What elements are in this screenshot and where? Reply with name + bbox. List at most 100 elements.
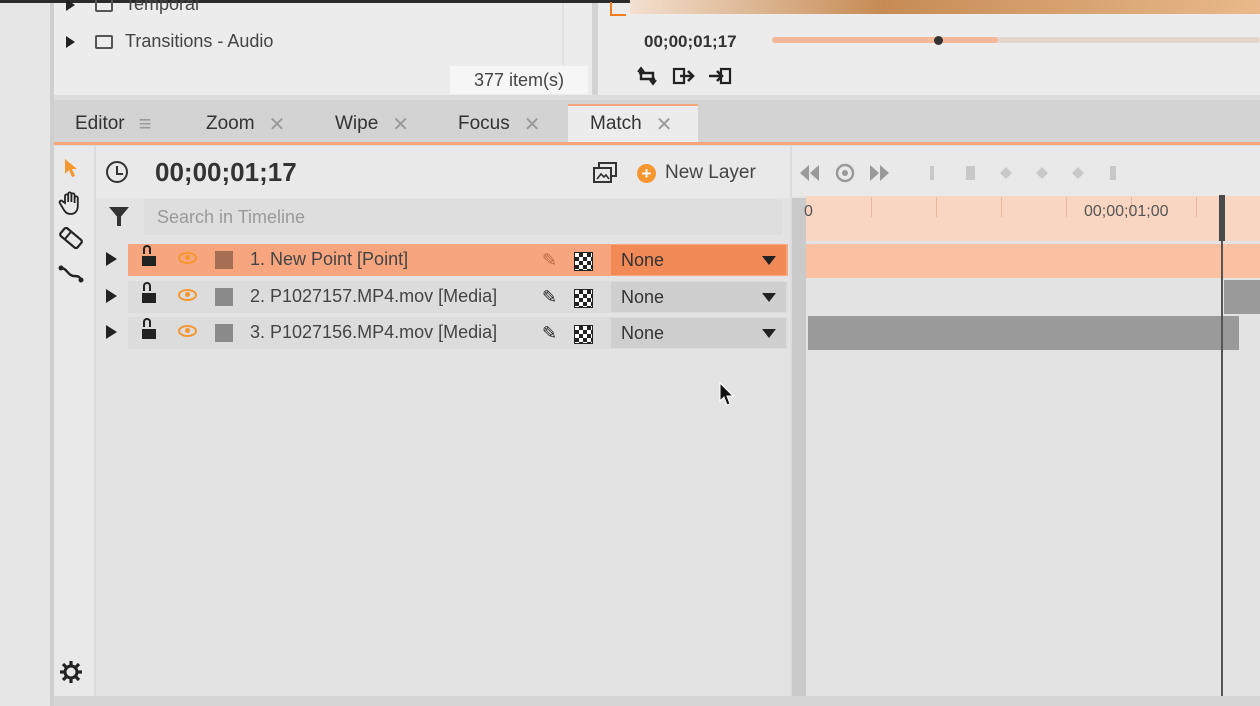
tab-match[interactable]: Match ✕ — [590, 106, 673, 142]
layer-row-1[interactable]: 1. New Point [Point] ✎ None — [128, 244, 788, 276]
unlock-icon[interactable] — [142, 245, 156, 266]
tab-label: Focus — [458, 113, 510, 134]
diamond-icon[interactable] — [1000, 167, 1012, 179]
layer-name[interactable]: 2. P1027157.MP4.mov [Media] — [250, 286, 497, 307]
pointer-icon[interactable] — [62, 157, 80, 179]
checker-icon[interactable] — [574, 289, 593, 308]
eye-icon[interactable] — [178, 252, 197, 264]
checker-icon[interactable] — [574, 252, 593, 271]
export-icon[interactable] — [672, 66, 696, 86]
plus-icon: + — [637, 163, 656, 183]
filter-icon-stem — [117, 217, 121, 226]
media-item-label: Transitions - Audio — [125, 31, 274, 51]
checker-icon[interactable] — [574, 325, 593, 344]
tab-editor[interactable]: Editor ≡ — [75, 106, 151, 142]
close-icon[interactable]: ✕ — [392, 112, 409, 137]
unlock-icon[interactable] — [142, 282, 156, 303]
playhead-handle[interactable] — [1219, 195, 1225, 241]
left-rail — [0, 3, 50, 706]
layer-name[interactable]: 3. P1027156.MP4.mov [Media] — [250, 322, 497, 343]
ruler-tick — [1196, 197, 1197, 217]
playhead-line[interactable] — [1221, 241, 1223, 696]
add-keyframe-icon[interactable] — [835, 163, 855, 183]
layer-color-swatch[interactable] — [215, 288, 233, 306]
chevron-down-icon — [762, 255, 776, 265]
next-keyframe-icon[interactable] — [870, 165, 889, 181]
layer-color-swatch[interactable] — [215, 251, 233, 269]
pen-icon[interactable]: ✎ — [542, 250, 557, 271]
tab-zoom[interactable]: Zoom ✕ — [206, 106, 285, 142]
tab-focus[interactable]: Focus ✕ — [458, 106, 541, 142]
track-bar-1[interactable] — [806, 244, 1260, 278]
scrubber-fill — [772, 37, 998, 43]
expand-arrow-icon[interactable] — [66, 35, 75, 48]
tab-label: Zoom — [206, 113, 255, 134]
hand-icon[interactable] — [58, 190, 84, 216]
tab-label: Wipe — [335, 113, 379, 134]
loop-icon[interactable] — [635, 66, 659, 86]
new-layer-button[interactable]: + New Layer — [637, 162, 756, 184]
track-scrollbar[interactable] — [792, 198, 806, 696]
diamond-icon[interactable] — [1036, 167, 1048, 179]
media-item-transitions-audio[interactable]: Transitions - Audio — [66, 31, 273, 52]
close-icon[interactable]: ✕ — [524, 112, 541, 137]
time-ruler[interactable] — [806, 196, 1260, 241]
layer-color-swatch[interactable] — [215, 324, 233, 342]
timeline-search-input[interactable] — [144, 199, 782, 235]
ruler-tick — [871, 197, 872, 217]
new-layer-label: New Layer — [665, 162, 756, 183]
media-column-divider — [562, 3, 564, 65]
ruler-label: 00;00;01;00 — [1084, 203, 1169, 220]
eye-icon[interactable] — [178, 325, 197, 337]
menu-icon[interactable]: ≡ — [139, 111, 152, 137]
ruler-tick — [1066, 197, 1067, 217]
blend-mode-value: None — [621, 286, 665, 307]
expand-arrow-icon[interactable] — [66, 0, 75, 11]
close-icon[interactable]: ✕ — [656, 112, 673, 137]
tab-wipe[interactable]: Wipe ✕ — [335, 106, 409, 142]
track-bar-2[interactable] — [1224, 280, 1260, 314]
folder-icon — [95, 0, 113, 12]
clock-icon — [106, 161, 128, 183]
gear-icon[interactable] — [59, 660, 83, 684]
layer-expand-icon[interactable] — [106, 252, 117, 266]
layer-row-2[interactable]: 2. P1027157.MP4.mov [Media] ✎ None — [128, 281, 788, 313]
ruler-tick — [1001, 197, 1002, 217]
bottom-scrollbar[interactable] — [54, 696, 1260, 706]
diamond-icon[interactable] — [1072, 167, 1084, 179]
blend-mode-select[interactable]: None — [611, 282, 786, 312]
mouse-cursor-icon — [719, 381, 735, 406]
media-item-label: Temporal — [125, 0, 200, 14]
chevron-down-icon — [762, 292, 776, 302]
preview-thumbnail — [630, 0, 1260, 14]
align-icon[interactable] — [1110, 166, 1116, 180]
pen-icon[interactable]: ✎ — [542, 323, 557, 344]
media-item-temporal[interactable]: Temporal — [66, 0, 199, 15]
eye-icon[interactable] — [178, 289, 197, 301]
import-icon[interactable] — [708, 66, 732, 86]
prev-keyframe-icon[interactable] — [800, 165, 819, 181]
align-icon[interactable] — [930, 166, 934, 180]
scrubber-handle[interactable] — [933, 36, 943, 45]
pen-icon[interactable]: ✎ — [542, 287, 557, 308]
crop-corner-icon — [610, 2, 626, 16]
ruler-label: 0 — [804, 203, 813, 220]
blend-mode-select[interactable]: None — [611, 245, 786, 275]
layer-name[interactable]: 1. New Point [Point] — [250, 249, 408, 270]
layer-expand-icon[interactable] — [106, 289, 117, 303]
track-bar-3[interactable] — [808, 316, 1239, 350]
preview-timecode: 00;00;01;17 — [644, 32, 737, 51]
close-icon[interactable]: ✕ — [269, 112, 286, 137]
align-icon[interactable] — [966, 166, 975, 180]
chevron-down-icon — [762, 328, 776, 338]
layers-icon[interactable] — [592, 162, 618, 184]
layer-expand-icon[interactable] — [106, 325, 117, 339]
curve-icon[interactable] — [58, 260, 84, 284]
ruler-tick — [936, 197, 937, 217]
blend-mode-select[interactable]: None — [611, 318, 786, 348]
unlock-icon[interactable] — [142, 318, 156, 339]
timeline-timecode[interactable]: 00;00;01;17 — [155, 157, 297, 188]
blend-mode-value: None — [621, 249, 665, 270]
layer-row-3[interactable]: 3. P1027156.MP4.mov [Media] ✎ None — [128, 317, 788, 349]
razor-icon[interactable] — [57, 225, 85, 251]
